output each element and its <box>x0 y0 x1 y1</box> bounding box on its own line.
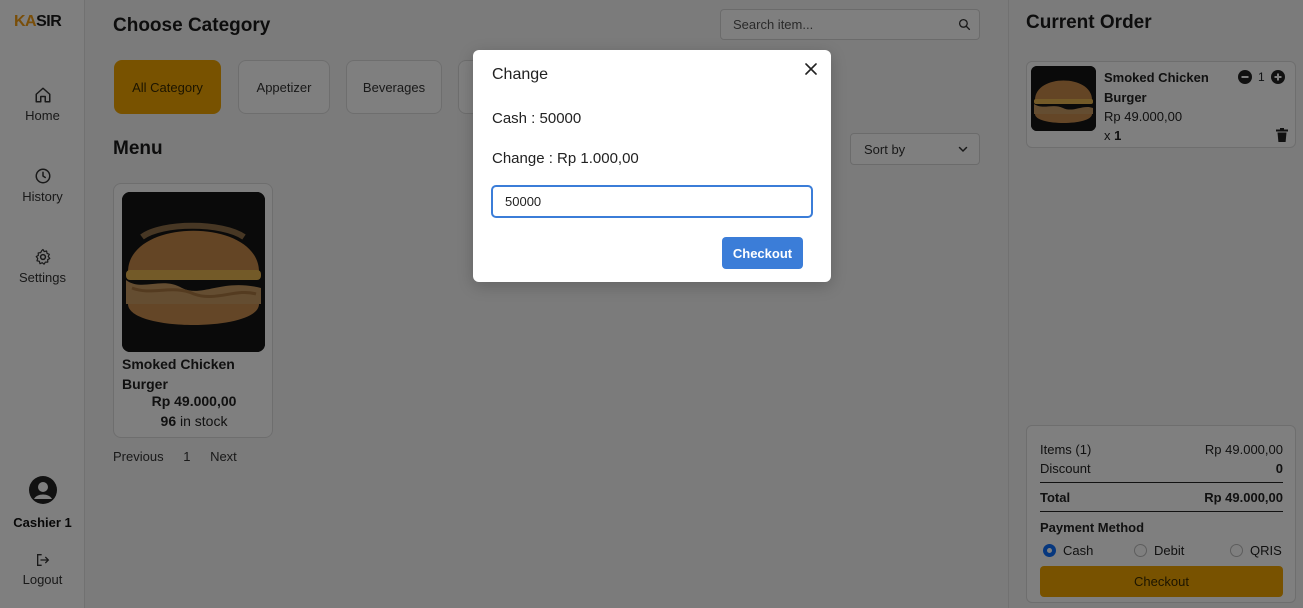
cash-amount: Cash : 50000 <box>492 110 582 127</box>
modal-checkout-button[interactable]: Checkout <box>722 237 803 269</box>
close-icon[interactable] <box>805 63 817 75</box>
cash-input[interactable] <box>491 185 813 218</box>
change-modal: Change Cash : 50000 Change : Rp 1.000,00… <box>473 50 831 282</box>
change-amount: Change : Rp 1.000,00 <box>492 150 639 167</box>
modal-title: Change <box>492 66 549 83</box>
